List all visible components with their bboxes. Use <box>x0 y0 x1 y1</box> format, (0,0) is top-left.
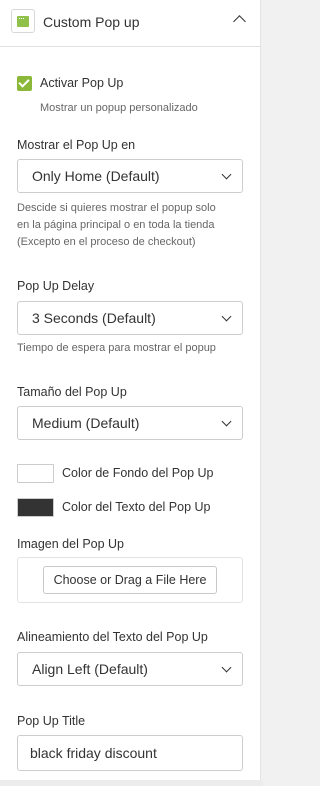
text-color-swatch[interactable] <box>17 498 54 517</box>
image-label: Imagen del Pop Up <box>17 537 125 551</box>
title-field-label: Pop Up Title <box>17 714 86 728</box>
chevron-down-icon <box>221 662 232 673</box>
bottom-divider <box>0 780 263 786</box>
popup-title-value: black friday discount <box>30 745 157 761</box>
show-on-select[interactable]: Only Home (Default) <box>17 159 243 193</box>
size-select[interactable]: Medium (Default) <box>17 406 243 440</box>
image-dropzone[interactable]: Choose or Drag a File Here <box>17 557 243 603</box>
show-on-help-line-1: Descide si quieres mostrar el popup solo <box>17 202 216 214</box>
popup-window-icon <box>11 9 35 33</box>
section-title: Custom Pop up <box>43 14 140 30</box>
show-on-label: Mostrar el Pop Up en <box>17 138 136 152</box>
chevron-up-icon[interactable] <box>233 15 246 28</box>
activate-popup-checkbox[interactable] <box>17 76 32 91</box>
chevron-down-icon <box>221 416 232 427</box>
chevron-down-icon <box>221 169 232 180</box>
text-color-label: Color del Texto del Pop Up <box>62 500 211 514</box>
choose-file-button[interactable]: Choose or Drag a File Here <box>43 566 217 594</box>
size-label: Tamaño del Pop Up <box>17 385 127 399</box>
activate-popup-label[interactable]: Activar Pop Up <box>40 76 123 90</box>
section-header[interactable]: Custom Pop up <box>0 0 261 47</box>
activate-popup-help: Mostrar un popup personalizado <box>40 102 198 114</box>
popup-title-input[interactable]: black friday discount <box>17 735 243 771</box>
delay-value: 3 Seconds (Default) <box>32 310 156 326</box>
settings-panel: Custom Pop up Activar Pop Up Mostrar un … <box>0 0 261 786</box>
delay-select[interactable]: 3 Seconds (Default) <box>17 301 243 335</box>
delay-label: Pop Up Delay <box>17 279 95 293</box>
align-select[interactable]: Align Left (Default) <box>17 652 243 686</box>
show-on-value: Only Home (Default) <box>32 168 160 184</box>
delay-help: Tiempo de espera para mostrar el popup <box>17 342 216 354</box>
align-label: Alineamiento del Texto del Pop Up <box>17 630 208 644</box>
show-on-help-line-2: en la página principal o en toda la tien… <box>17 219 215 231</box>
align-value: Align Left (Default) <box>32 661 148 677</box>
background-color-label: Color de Fondo del Pop Up <box>62 466 214 480</box>
size-value: Medium (Default) <box>32 415 140 431</box>
background-color-swatch[interactable] <box>17 464 54 483</box>
chevron-down-icon <box>221 311 232 322</box>
show-on-help-line-3: (Excepto en el proceso de checkout) <box>17 236 196 248</box>
